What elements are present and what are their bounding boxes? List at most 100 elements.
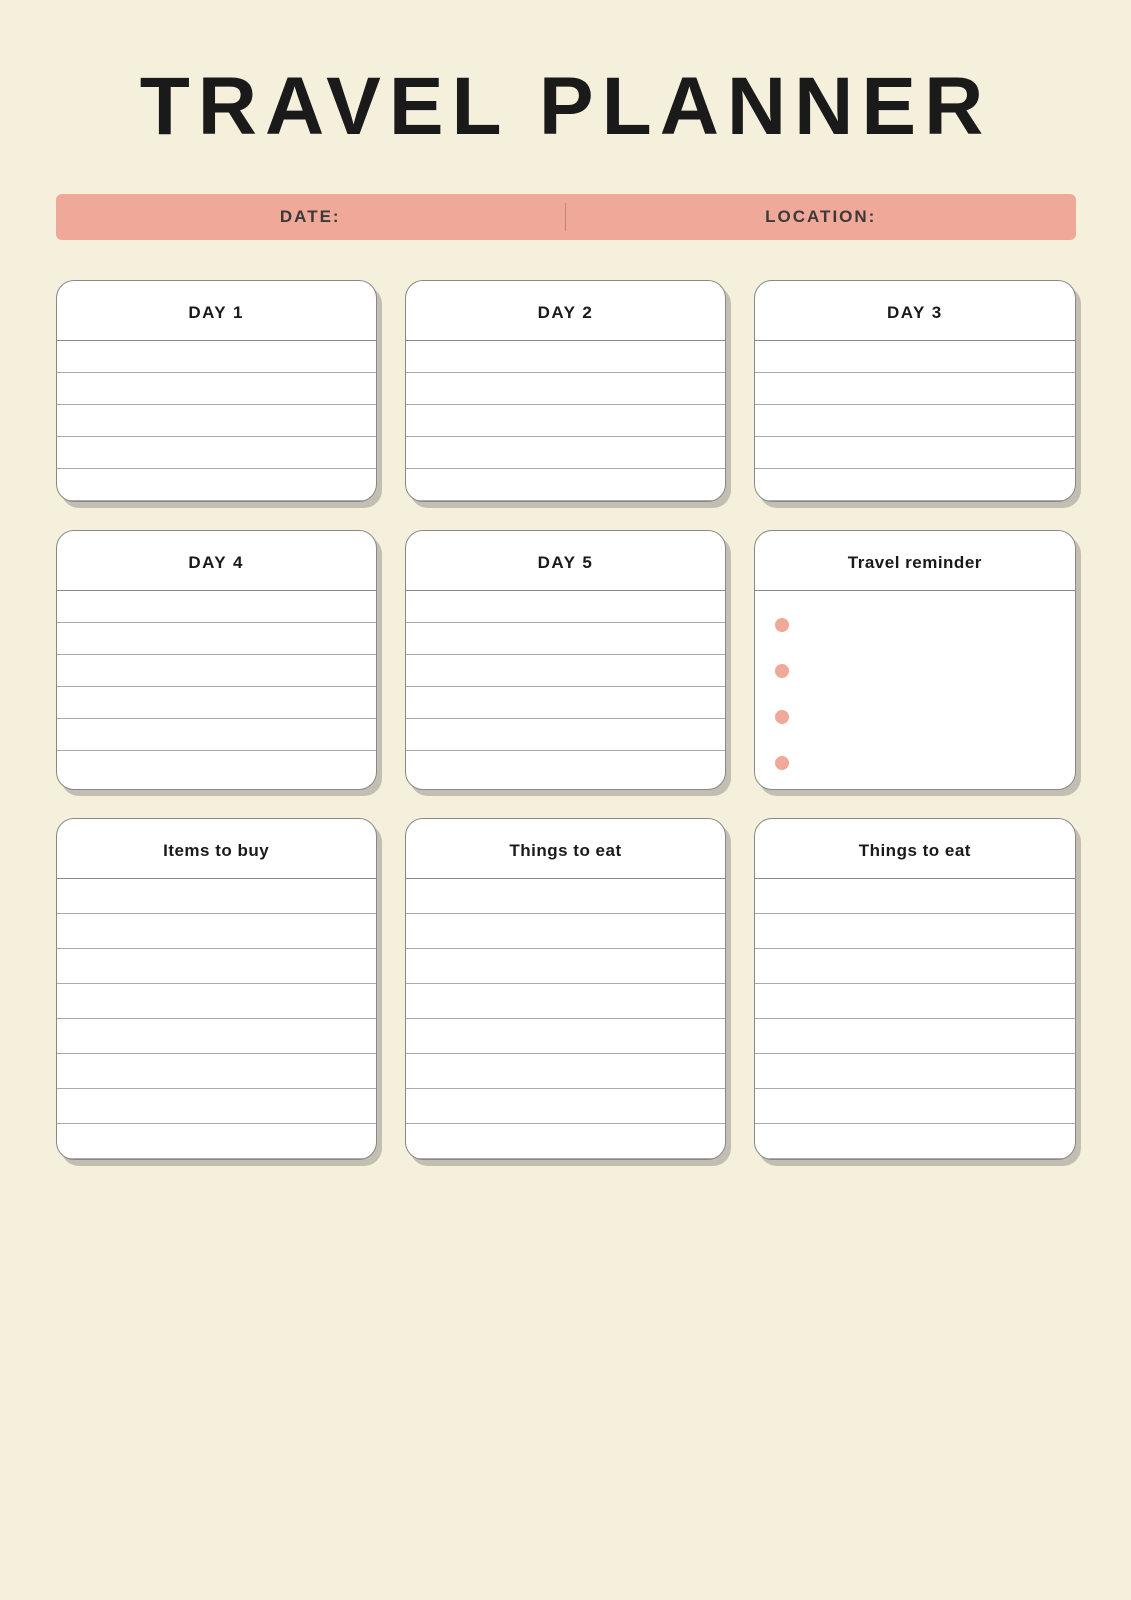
line <box>406 405 725 437</box>
line <box>755 1019 1074 1054</box>
reminder-line-3 <box>801 717 1054 718</box>
line <box>406 751 725 789</box>
line <box>57 1054 376 1089</box>
card-day1-body[interactable] <box>57 341 376 501</box>
line <box>406 949 725 984</box>
line <box>406 591 725 623</box>
card-eat2-body[interactable] <box>755 879 1074 1159</box>
line <box>406 1089 725 1124</box>
card-day2-header: DAY 2 <box>406 281 725 341</box>
location-field: LOCATION: <box>566 207 1076 227</box>
line <box>57 751 376 789</box>
card-day3-body[interactable] <box>755 341 1074 501</box>
line <box>57 949 376 984</box>
line <box>406 1019 725 1054</box>
line <box>406 655 725 687</box>
line <box>57 623 376 655</box>
line <box>406 341 725 373</box>
reminder-item-4 <box>775 747 1054 779</box>
line <box>755 914 1074 949</box>
card-reminder: Travel reminder <box>754 530 1075 790</box>
grid-row-2: DAY 4 DAY 5 <box>56 530 1076 790</box>
card-day3: DAY 3 <box>754 280 1075 502</box>
reminder-item-1 <box>775 609 1054 641</box>
card-items-header: Items to buy <box>57 819 376 879</box>
line <box>406 623 725 655</box>
reminder-dot-3 <box>775 710 789 724</box>
header-bar: DATE: LOCATION: <box>56 194 1076 240</box>
line <box>406 437 725 469</box>
card-day4: DAY 4 <box>56 530 377 790</box>
line <box>755 437 1074 469</box>
line <box>57 1124 376 1159</box>
reminder-item-2 <box>775 655 1054 687</box>
grid-row-3: Items to buy Things to eat <box>56 818 1076 1160</box>
line <box>57 879 376 914</box>
card-eat1-header: Things to eat <box>406 819 725 879</box>
card-day5-body[interactable] <box>406 591 725 789</box>
page: TRAVEL PLANNER DATE: LOCATION: DAY 1 <box>0 0 1131 1600</box>
card-eat2-header: Things to eat <box>755 819 1074 879</box>
card-eat1-body[interactable] <box>406 879 725 1159</box>
line <box>406 719 725 751</box>
card-things-to-eat-2: Things to eat <box>754 818 1075 1160</box>
card-day2-body[interactable] <box>406 341 725 501</box>
reminder-dot-4 <box>775 756 789 770</box>
line <box>57 655 376 687</box>
card-day4-header: DAY 4 <box>57 531 376 591</box>
reminder-line-2 <box>801 671 1054 672</box>
date-label: DATE: <box>280 207 341 227</box>
date-field: DATE: <box>56 207 566 227</box>
line <box>57 984 376 1019</box>
line <box>57 405 376 437</box>
reminder-item-3 <box>775 701 1054 733</box>
line <box>57 687 376 719</box>
line <box>755 949 1074 984</box>
reminder-dot-2 <box>775 664 789 678</box>
card-reminder-body[interactable] <box>755 599 1074 789</box>
card-day3-header: DAY 3 <box>755 281 1074 341</box>
line <box>406 469 725 501</box>
line <box>406 1124 725 1159</box>
line <box>57 914 376 949</box>
line <box>57 469 376 501</box>
line <box>755 341 1074 373</box>
line <box>57 437 376 469</box>
line <box>755 984 1074 1019</box>
line <box>57 1019 376 1054</box>
card-items-body[interactable] <box>57 879 376 1159</box>
card-items-to-buy: Items to buy <box>56 818 377 1160</box>
card-day5: DAY 5 <box>405 530 726 790</box>
line <box>755 1054 1074 1089</box>
card-reminder-header: Travel reminder <box>755 531 1074 591</box>
reminder-line-4 <box>801 763 1054 764</box>
line <box>755 405 1074 437</box>
line <box>755 469 1074 501</box>
line <box>57 373 376 405</box>
line <box>406 687 725 719</box>
card-day4-body[interactable] <box>57 591 376 789</box>
reminder-line-1 <box>801 625 1054 626</box>
line <box>406 373 725 405</box>
line <box>755 879 1074 914</box>
line <box>755 1089 1074 1124</box>
card-things-to-eat-1: Things to eat <box>405 818 726 1160</box>
page-title: TRAVEL PLANNER <box>140 60 992 154</box>
reminder-dot-1 <box>775 618 789 632</box>
grid-row-1: DAY 1 DAY 2 <box>56 280 1076 502</box>
line <box>57 1089 376 1124</box>
line <box>406 914 725 949</box>
card-day1: DAY 1 <box>56 280 377 502</box>
line <box>57 341 376 373</box>
line <box>57 591 376 623</box>
line <box>755 373 1074 405</box>
line <box>57 719 376 751</box>
line <box>755 1124 1074 1159</box>
card-day2: DAY 2 <box>405 280 726 502</box>
card-day5-header: DAY 5 <box>406 531 725 591</box>
line <box>406 879 725 914</box>
location-label: LOCATION: <box>765 207 876 227</box>
line <box>406 984 725 1019</box>
line <box>406 1054 725 1089</box>
card-day1-header: DAY 1 <box>57 281 376 341</box>
